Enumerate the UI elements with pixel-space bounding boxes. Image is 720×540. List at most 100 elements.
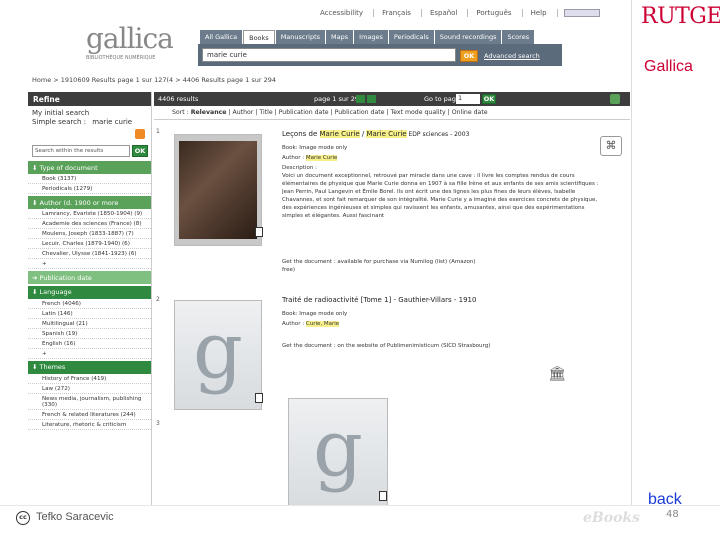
network-icon[interactable]: ⌘	[600, 136, 622, 156]
facet-item[interactable]: Literature, rhetoric & criticism	[28, 420, 151, 430]
facet-item[interactable]: English (16)	[28, 339, 151, 349]
result-author-line: Author : Curie, Marie	[282, 320, 340, 328]
creative-commons-icon: cc	[16, 511, 30, 525]
tab-periodicals[interactable]: Periodicals	[388, 30, 434, 44]
author-label: Author :	[282, 321, 305, 327]
author-label: Author :	[282, 155, 305, 161]
result-thumbnail[interactable]: g	[174, 300, 263, 410]
sort-pubdate-desc[interactable]: Publication date	[335, 109, 385, 116]
initial-search-heading: My initial search	[32, 109, 90, 117]
sort-title[interactable]: Title	[259, 109, 272, 116]
link-francais[interactable]: Français	[373, 9, 411, 17]
facet-item[interactable]: French & related literatures (244)	[28, 410, 151, 420]
get-document-link[interactable]: Get the document : on the website of Pub…	[282, 342, 490, 350]
facet-item[interactable]: Chevalier, Ulysse (1841-1923) (6)	[28, 249, 151, 259]
facet-item[interactable]: Lamrancy, Evariste (1850-1904) (9)	[28, 209, 151, 219]
sort-author[interactable]: Author	[233, 109, 254, 116]
title-highlight: Marie Curie	[366, 130, 407, 138]
gallica-logo[interactable]: gallica BIBLIOTHÈQUE NUMÉRIQUE	[86, 22, 174, 66]
facet-pubdate-heading[interactable]: ➔ Publication date	[28, 271, 151, 284]
result-author-line: Author : Marie Curie	[282, 154, 338, 162]
search-within-input[interactable]: Search within the results	[32, 145, 130, 157]
sort-pubdate[interactable]: Publication date	[279, 109, 329, 116]
logo-title: gallica	[86, 22, 174, 55]
document-icon	[379, 491, 387, 501]
document-icon	[255, 227, 263, 237]
facet-more[interactable]: +	[28, 349, 151, 359]
tab-scores[interactable]: Scores	[502, 30, 535, 44]
link-accessibility[interactable]: Accessibility	[320, 9, 363, 17]
facet-item[interactable]: Lecuir, Charles (1879-1940) (6)	[28, 239, 151, 249]
facet-item[interactable]: Book (3137)	[28, 174, 151, 184]
gallica-screenshot: Accessibility Français Español Português Hel…	[24, 0, 632, 505]
author-value[interactable]: Marie Curie	[305, 155, 338, 161]
sort-text-quality[interactable]: Text mode quality	[391, 109, 446, 116]
facet-item[interactable]: Latin (146)	[28, 309, 151, 319]
facet-themes-heading[interactable]: ⬇ Themes	[28, 361, 151, 374]
results-toolbar: 4406 results page 1 sur 294 Go to page :…	[154, 92, 630, 106]
go-to-ok-button[interactable]: OK	[482, 94, 496, 104]
facet-item[interactable]: News media, journalism, publishing (330)	[28, 394, 151, 410]
facet-type-heading[interactable]: ⬇ Type of document	[28, 161, 151, 174]
result-number: 1	[156, 128, 160, 135]
tab-maps[interactable]: Maps	[326, 30, 354, 44]
tab-sound-recordings[interactable]: Sound recordings	[434, 30, 502, 44]
logo-subtitle: BIBLIOTHÈQUE NUMÉRIQUE	[86, 55, 156, 61]
search-within-ok-button[interactable]: OK	[132, 145, 148, 157]
sort-relevance[interactable]: Relevance	[191, 109, 227, 116]
result-thumbnail[interactable]: g	[288, 398, 388, 505]
link-portugues[interactable]: Português	[467, 9, 512, 17]
rss-row	[28, 127, 151, 143]
facet-language-heading[interactable]: ⬇ Language	[28, 286, 151, 299]
tab-images[interactable]: Images	[354, 30, 388, 44]
facet-item[interactable]: Spanish (19)	[28, 329, 151, 339]
search-ok-button[interactable]: OK	[460, 50, 478, 62]
facet-item[interactable]: Periodicals (1279)	[28, 184, 151, 194]
simple-search-line: Simple search : marie curie	[28, 117, 151, 127]
library-icon[interactable]: 🏛	[546, 366, 568, 386]
next-page-icon[interactable]	[356, 95, 365, 103]
search-input[interactable]: marie curie	[202, 48, 456, 62]
page-number: 48	[666, 509, 679, 520]
last-page-icon[interactable]	[367, 95, 376, 103]
search-tabs: All Gallica Books Manuscripts Maps Image…	[200, 30, 535, 44]
print-icon[interactable]	[610, 94, 620, 104]
share-widget[interactable]	[564, 9, 600, 17]
facet-item[interactable]: History of France (419)	[28, 374, 151, 384]
title-part: EDP sciences - 2003	[406, 131, 470, 138]
document-icon	[255, 393, 263, 403]
link-espanol[interactable]: Español	[420, 9, 458, 17]
book-cover-image	[179, 141, 257, 239]
facet-item[interactable]: Moulens, Joseph (1833-1887) (7)	[28, 229, 151, 239]
get-document-link[interactable]: Get the document : available for purchas…	[282, 258, 475, 266]
result-title[interactable]: Traité de radioactivité [Tome 1] - Gauth…	[282, 296, 476, 304]
facet-item[interactable]: Multilingual (21)	[28, 319, 151, 329]
result-title[interactable]: Leçons de Marie Curie / Marie Curie EDP …	[282, 130, 469, 138]
top-links: Accessibility Français Español Português Hel…	[320, 9, 602, 17]
facet-author-heading[interactable]: ⬇ Author (d. 1900 or more available)	[28, 196, 151, 215]
tab-all-gallica[interactable]: All Gallica	[200, 30, 243, 44]
rss-icon[interactable]	[135, 129, 145, 139]
advanced-search-link[interactable]: Advanced search	[484, 52, 540, 60]
results-count: 4406 results	[158, 95, 199, 103]
result-type: Book: Image mode only	[282, 311, 348, 317]
tab-books[interactable]: Books	[243, 30, 275, 44]
link-help[interactable]: Help	[521, 9, 547, 17]
sort-label: Sort :	[172, 109, 189, 116]
result-thumbnail[interactable]	[174, 134, 263, 246]
facet-language-label: Language	[39, 288, 72, 296]
facet-themes-label: Themes	[39, 363, 66, 371]
facet-item[interactable]: Law (272)	[28, 384, 151, 394]
go-to-input[interactable]: 1	[456, 94, 480, 104]
author-value[interactable]: Curie, Marie	[305, 321, 340, 327]
facet-item[interactable]: French (4046)	[28, 299, 151, 309]
simple-search-label: Simple search :	[32, 118, 86, 126]
footer-divider	[0, 505, 720, 506]
back-link[interactable]: back	[648, 491, 682, 509]
tab-manuscripts[interactable]: Manuscripts	[275, 30, 326, 44]
facet-more[interactable]: +	[28, 259, 151, 269]
gallica-placeholder-icon: g	[193, 306, 243, 396]
facet-item[interactable]: Academie des sciences (France) (8)	[28, 219, 151, 229]
sort-online-date[interactable]: Online date	[452, 109, 488, 116]
slide-author: Tefko Saracevic	[36, 511, 114, 523]
